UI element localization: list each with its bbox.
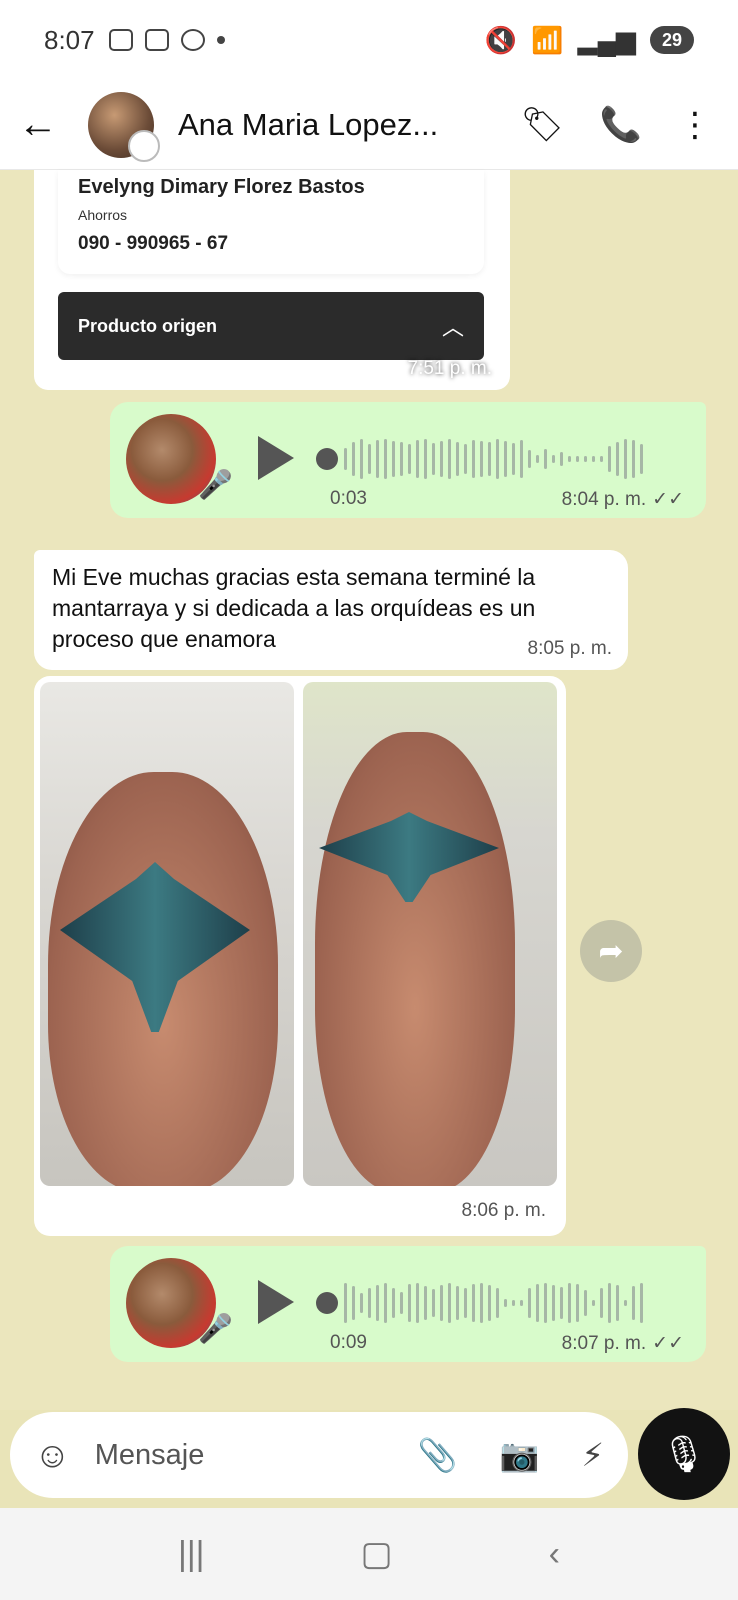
play-icon[interactable] bbox=[258, 436, 294, 480]
double-check-icon: ✓✓ bbox=[652, 489, 684, 510]
status-time: 8:07 bbox=[44, 24, 95, 55]
seek-handle[interactable] bbox=[316, 448, 338, 470]
message-time: 8:07 p. m. bbox=[561, 1333, 647, 1354]
message-time: 8:05 p. m. bbox=[527, 638, 613, 659]
message-time-row: 8:04 p. m. ✓✓ bbox=[562, 488, 684, 511]
receipt-holder-name: Evelyng Dimary Florez Bastos bbox=[78, 176, 365, 198]
message-composer[interactable]: ☺ Mensaje 📎 📷 ⚡ bbox=[10, 1412, 628, 1498]
mic-icon: 🎤 bbox=[198, 469, 233, 500]
message-input[interactable]: Mensaje bbox=[95, 1439, 205, 1472]
photo-stingray-top[interactable] bbox=[40, 682, 294, 1186]
system-nav-bar: ||| ▢ ‹ bbox=[0, 1508, 738, 1600]
message-time: 8:06 p. m. bbox=[461, 1200, 547, 1221]
recent-apps-icon[interactable]: ||| bbox=[178, 1535, 205, 1574]
forward-icon[interactable]: ➦ bbox=[580, 920, 642, 982]
hand-shape bbox=[315, 732, 515, 1186]
signal-icon: ▂▄▆ bbox=[577, 24, 636, 55]
more-notifications-icon bbox=[216, 36, 225, 44]
voice-record-button[interactable]: 🎙 bbox=[638, 1408, 730, 1500]
home-icon[interactable]: ▢ bbox=[361, 1534, 393, 1574]
receipt-account-type: Ahorros bbox=[78, 207, 128, 223]
battery-indicator: 29 bbox=[650, 26, 694, 54]
waveform[interactable] bbox=[344, 432, 674, 486]
header-actions: 🏷 📞 ⋮ bbox=[520, 105, 712, 145]
chat-area[interactable]: Evelyng Dimary Florez Bastos Ahorros 090… bbox=[0, 170, 738, 1410]
play-icon[interactable] bbox=[258, 1280, 294, 1324]
message-time: 8:04 p. m. bbox=[561, 489, 647, 510]
message-time-row: 8:07 p. m. ✓✓ bbox=[562, 1332, 684, 1355]
chat-header: ← Ana Maria Lopez... 🏷 📞 ⋮ bbox=[0, 80, 738, 170]
voice-message[interactable]: 🎤 0:09 8:07 p. m. ✓✓ bbox=[110, 1246, 706, 1362]
label-icon[interactable]: 🏷 bbox=[520, 105, 563, 145]
status-ring-icon bbox=[128, 129, 160, 162]
voice-duration: 0:09 bbox=[330, 1332, 367, 1353]
message-time: 7:51 p. m. bbox=[407, 358, 493, 379]
receipt-details: Evelyng Dimary Florez Bastos Ahorros 090… bbox=[58, 170, 484, 274]
incoming-text-message[interactable]: Mi Eve muchas gracias esta semana termin… bbox=[34, 550, 628, 670]
nav-back-icon[interactable]: ‹ bbox=[549, 1535, 560, 1574]
receipt-image-message[interactable]: Evelyng Dimary Florez Bastos Ahorros 090… bbox=[34, 170, 510, 390]
product-origin-bar: Producto origen ︿ bbox=[58, 292, 484, 360]
notification-icons bbox=[108, 29, 225, 51]
lightning-icon[interactable]: ⚡ bbox=[582, 1436, 604, 1474]
camera-icon[interactable]: 📷 bbox=[500, 1436, 540, 1474]
wifi-icon: 📶 bbox=[531, 24, 564, 55]
voice-message[interactable]: 🎤 0:03 8:04 p. m. ✓✓ bbox=[110, 402, 706, 518]
add-call-icon[interactable]: 📞 bbox=[600, 105, 642, 145]
status-bar: 8:07 🔇 📶 ▂▄▆ 29 bbox=[0, 0, 738, 80]
contact-name[interactable]: Ana Maria Lopez... bbox=[178, 107, 458, 143]
chat-notification-icon bbox=[180, 29, 205, 51]
attach-icon[interactable]: 📎 bbox=[418, 1436, 458, 1474]
more-options-icon[interactable]: ⋮ bbox=[678, 105, 712, 145]
sticker-emoji-icon[interactable]: ☺ bbox=[34, 1434, 71, 1476]
waveform[interactable] bbox=[344, 1276, 674, 1330]
screenshot-icon bbox=[108, 29, 133, 51]
chevron-up-icon: ︿ bbox=[441, 315, 464, 340]
photo-stingray-side[interactable] bbox=[303, 682, 557, 1186]
seek-handle[interactable] bbox=[316, 1292, 338, 1314]
mute-icon: 🔇 bbox=[484, 24, 518, 55]
back-arrow-icon[interactable]: ← bbox=[18, 102, 78, 147]
voice-duration: 0:03 bbox=[330, 488, 367, 509]
product-origin-label: Producto origen bbox=[78, 315, 217, 336]
mic-icon: 🎤 bbox=[198, 1313, 233, 1344]
composer-actions: 📎 📷 ⚡ bbox=[418, 1436, 604, 1474]
photo-album-message[interactable]: 8:06 p. m. bbox=[34, 676, 566, 1236]
receipt-account-number: 090 - 990965 - 67 bbox=[78, 233, 229, 254]
double-check-icon: ✓✓ bbox=[652, 1333, 684, 1354]
contact-avatar[interactable] bbox=[88, 91, 160, 162]
status-right: 🔇 📶 ▂▄▆ 29 bbox=[485, 25, 694, 56]
app-notification-icon bbox=[144, 29, 169, 51]
